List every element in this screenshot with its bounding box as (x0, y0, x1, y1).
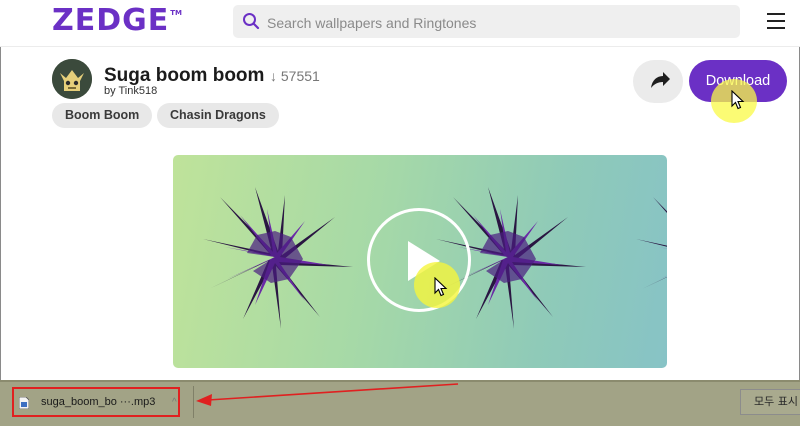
download-button[interactable]: Download (689, 60, 787, 102)
search-bar (233, 5, 740, 40)
share-arrow-icon (651, 72, 670, 88)
play-button[interactable] (367, 208, 471, 312)
zedge-logo[interactable]: ZEDGETM (52, 3, 182, 38)
site-header: ZEDGETM (0, 0, 800, 47)
search-icon (243, 13, 260, 30)
share-button[interactable] (633, 60, 683, 103)
audio-file-icon (19, 397, 29, 409)
downloaded-file-item[interactable]: suga_boom_bo ···.mp3 ^ (12, 387, 180, 417)
show-all-button[interactable]: 모두 표시 (740, 389, 800, 415)
search-input[interactable] (265, 5, 729, 40)
tag-chasin-dragons[interactable]: Chasin Dragons (157, 103, 279, 128)
play-icon (408, 241, 440, 281)
downloaded-file-name: suga_boom_bo ···.mp3 (41, 396, 156, 408)
goblin-avatar-icon (52, 59, 92, 99)
download-bar-divider (193, 386, 194, 418)
author-avatar[interactable] (52, 59, 92, 99)
tag-boom-boom[interactable]: Boom Boom (52, 103, 153, 128)
download-bar-border (0, 380, 800, 382)
item-title: Suga boom boom (104, 65, 265, 86)
download-count: ↓ 57551 (270, 68, 320, 84)
author-link[interactable]: by Tink518 (104, 85, 157, 97)
hamburger-menu-icon[interactable] (767, 13, 785, 29)
chevron-up-icon[interactable]: ^ (172, 397, 177, 408)
